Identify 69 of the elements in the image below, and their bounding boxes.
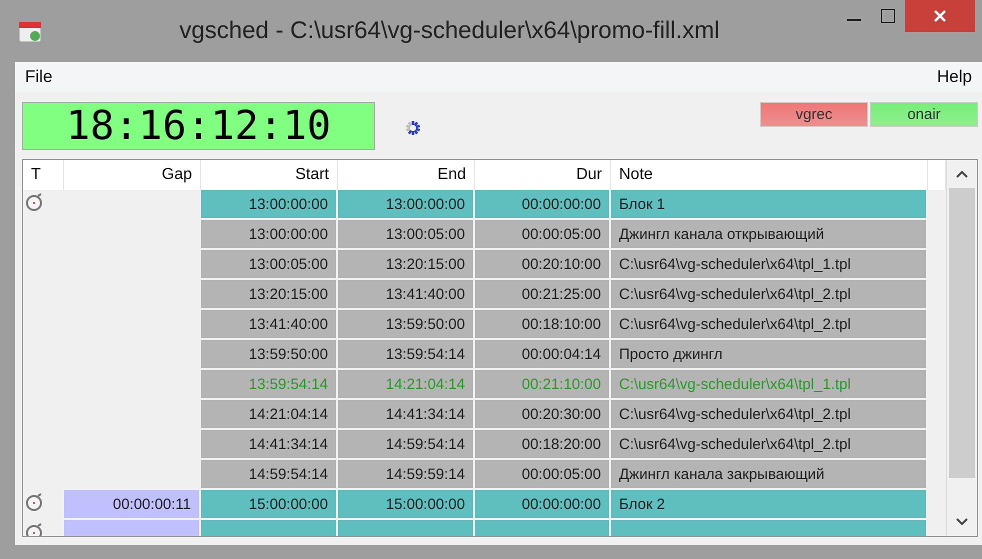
end-cell: 14:21:04:14 — [338, 370, 475, 400]
start-cell: 13:59:50:00 — [201, 340, 338, 370]
note-cell: Просто джингл — [611, 340, 928, 370]
duration-cell: 00:00:05:00 — [475, 460, 611, 490]
note-cell: C:\usr64\vg-scheduler\x64\tpl_2.tpl — [611, 280, 928, 310]
chevron-up-icon — [955, 169, 969, 179]
note-cell: Джингл канала открывающий — [611, 220, 928, 250]
timecode-display: 18:16:12:10 — [22, 102, 375, 150]
column-header[interactable]: Dur — [475, 160, 611, 190]
end-cell: 13:41:40:00 — [338, 280, 475, 310]
duration-cell: 00:21:25:00 — [475, 280, 611, 310]
close-icon — [933, 9, 947, 23]
start-cell: 13:00:00:00 — [201, 220, 338, 250]
duration-cell: 00:00:04:14 — [475, 340, 611, 370]
column-header[interactable]: Gap — [64, 160, 201, 190]
help-menu[interactable]: Help — [937, 67, 972, 87]
note-cell: C:\usr64\vg-scheduler\x64\tpl_1.tpl — [611, 370, 928, 400]
status-indicator[interactable]: vgrec — [760, 102, 868, 127]
note-cell: C:\usr64\vg-scheduler\x64\tpl_1.tpl — [611, 250, 928, 280]
scrollbar-thumb[interactable] — [949, 188, 975, 478]
end-cell: 13:00:05:00 — [338, 220, 475, 250]
end-cell: 13:00:00:00 — [338, 190, 475, 220]
start-cell: 13:41:40:00 — [201, 310, 338, 340]
column-header[interactable]: T — [23, 160, 64, 190]
start-cell: 13:20:15:00 — [201, 280, 338, 310]
duration-cell: 00:00:00:00 — [475, 490, 611, 520]
header-background — [928, 160, 946, 190]
end-cell: 14:59:54:14 — [338, 430, 475, 460]
note-cell: Блок 2 — [611, 490, 928, 520]
close-button[interactable] — [905, 0, 975, 32]
start-cell: 14:41:34:14 — [201, 430, 338, 460]
duration-cell: 00:00:05:00 — [475, 220, 611, 250]
start-cell: 13:59:54:14 — [201, 370, 338, 400]
note-cell: Блок 1 — [611, 190, 928, 220]
duration-cell: 00:20:10:00 — [475, 250, 611, 280]
window-title: vgsched - C:\usr64\vg-scheduler\x64\promo-fill.xml — [178, 17, 721, 45]
stopwatch-icon — [25, 492, 45, 512]
chevron-down-icon — [955, 517, 969, 527]
note-cell: Джингл канала закрывающий — [611, 460, 928, 490]
note-cell: C:\usr64\vg-scheduler\x64\tpl_2.tpl — [611, 310, 928, 340]
gap-cell: 00:00:00:11 — [64, 490, 201, 520]
end-cell: 15:00:00:00 — [338, 490, 475, 520]
end-cell: 13:20:15:00 — [338, 250, 475, 280]
end-cell: 14:59:59:14 — [338, 460, 475, 490]
start-cell: 14:59:54:14 — [201, 460, 338, 490]
file-menu[interactable]: File — [25, 67, 52, 87]
end-cell: 13:59:50:00 — [338, 310, 475, 340]
minimize-icon — [847, 19, 861, 21]
duration-cell: 00:20:30:00 — [475, 400, 611, 430]
duration-cell: 00:21:10:00 — [475, 370, 611, 400]
column-header[interactable]: End — [338, 160, 475, 190]
status-indicator[interactable]: onair — [870, 102, 978, 127]
maximize-icon — [880, 8, 896, 24]
note-cell: C:\usr64\vg-scheduler\x64\tpl_2.tpl — [611, 430, 928, 460]
loading-spinner-icon — [403, 118, 423, 138]
calendar-icon — [18, 19, 42, 43]
duration-cell: 00:00:00:00 — [475, 190, 611, 220]
column-header[interactable]: Note — [611, 160, 928, 190]
end-cell: 14:41:34:14 — [338, 400, 475, 430]
start-cell: 14:21:04:14 — [201, 400, 338, 430]
start-cell: 15:00:00:00 — [201, 490, 338, 520]
duration-cell: 00:18:20:00 — [475, 430, 611, 460]
duration-cell: 00:18:10:00 — [475, 310, 611, 340]
start-cell: 13:00:05:00 — [201, 250, 338, 280]
end-cell: 13:59:54:14 — [338, 340, 475, 370]
start-cell: 13:00:00:00 — [201, 190, 338, 220]
column-header[interactable]: Start — [201, 160, 338, 190]
note-cell: C:\usr64\vg-scheduler\x64\tpl_2.tpl — [611, 400, 928, 430]
stopwatch-icon — [25, 192, 45, 212]
